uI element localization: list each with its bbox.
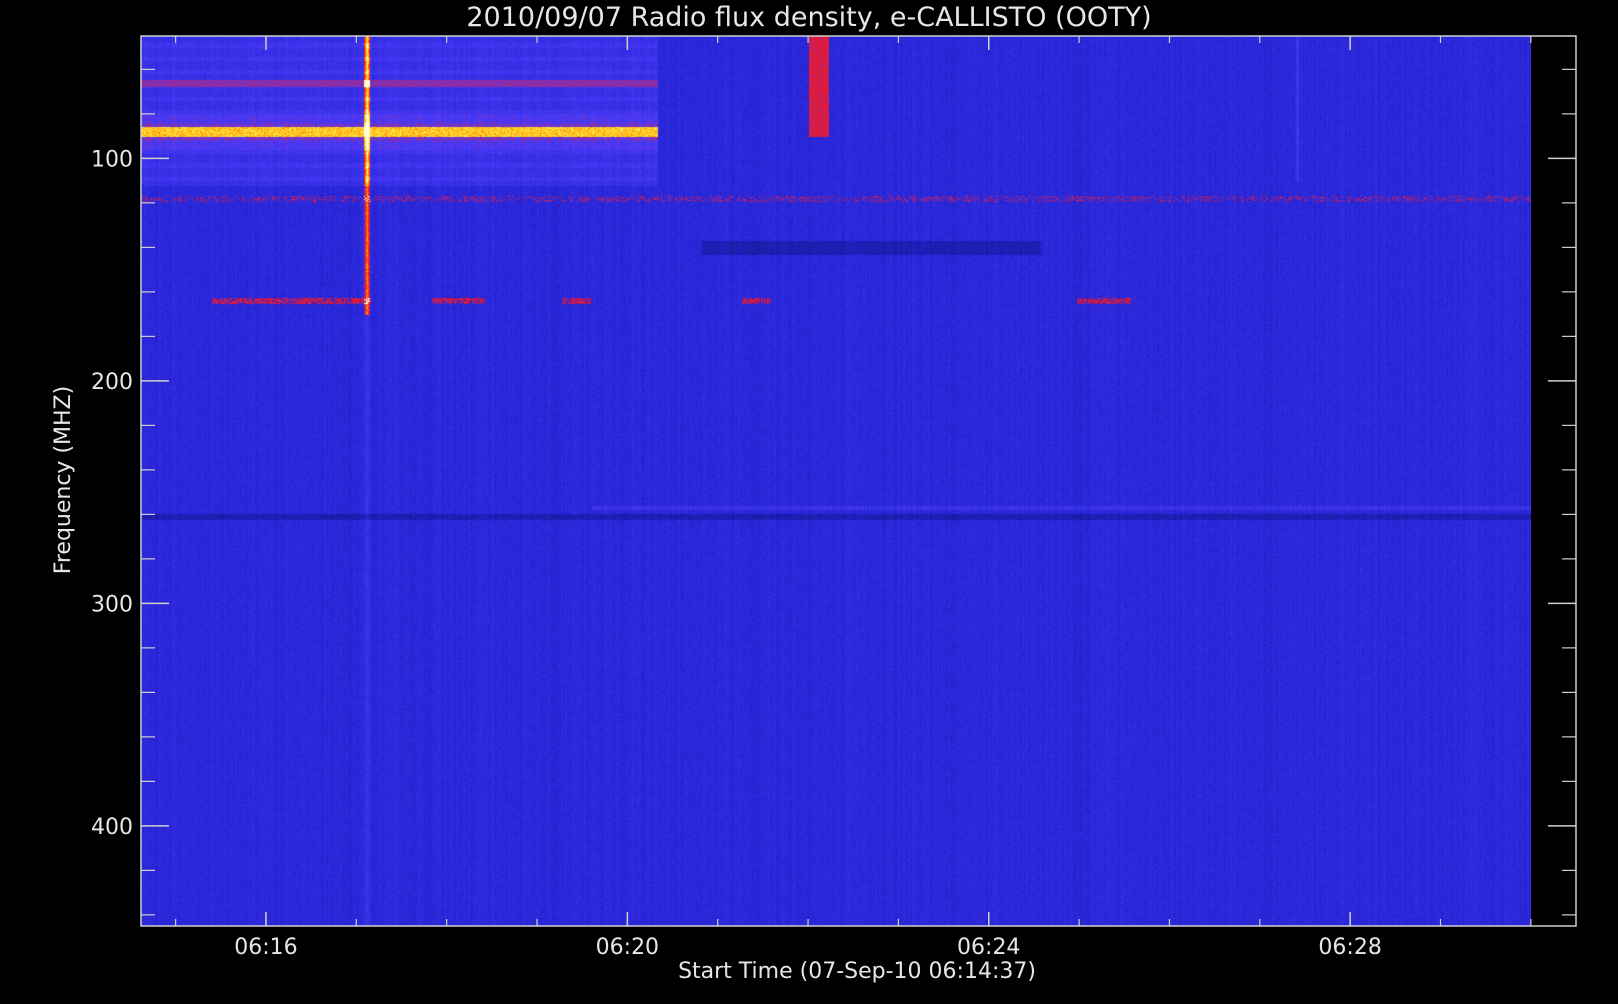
x-axis-label: Start Time (07-Sep-10 06:14:37) — [678, 959, 1036, 984]
plot-svg: 2010/09/07 Radio flux density, e-CALLIST… — [51, 2, 1577, 984]
x-tick-label: 06:28 — [1318, 935, 1381, 960]
spectrogram-figure: 2010/09/07 Radio flux density, e-CALLIST… — [0, 0, 1618, 1000]
x-tick-label: 06:24 — [957, 935, 1020, 960]
spectrogram-raster — [141, 36, 1531, 926]
y-tick-label: 100 — [91, 147, 133, 172]
y-axis-label: Frequency (MHZ) — [51, 386, 76, 574]
x-tick-label: 06:20 — [596, 935, 659, 960]
y-tick-label: 200 — [91, 370, 133, 395]
y-tick-label: 300 — [91, 592, 133, 617]
chart-title: 2010/09/07 Radio flux density, e-CALLIST… — [466, 2, 1151, 33]
x-tick-label: 06:16 — [234, 935, 297, 960]
spectrogram-heatmap — [141, 36, 1531, 926]
y-tick-label: 400 — [91, 815, 133, 840]
